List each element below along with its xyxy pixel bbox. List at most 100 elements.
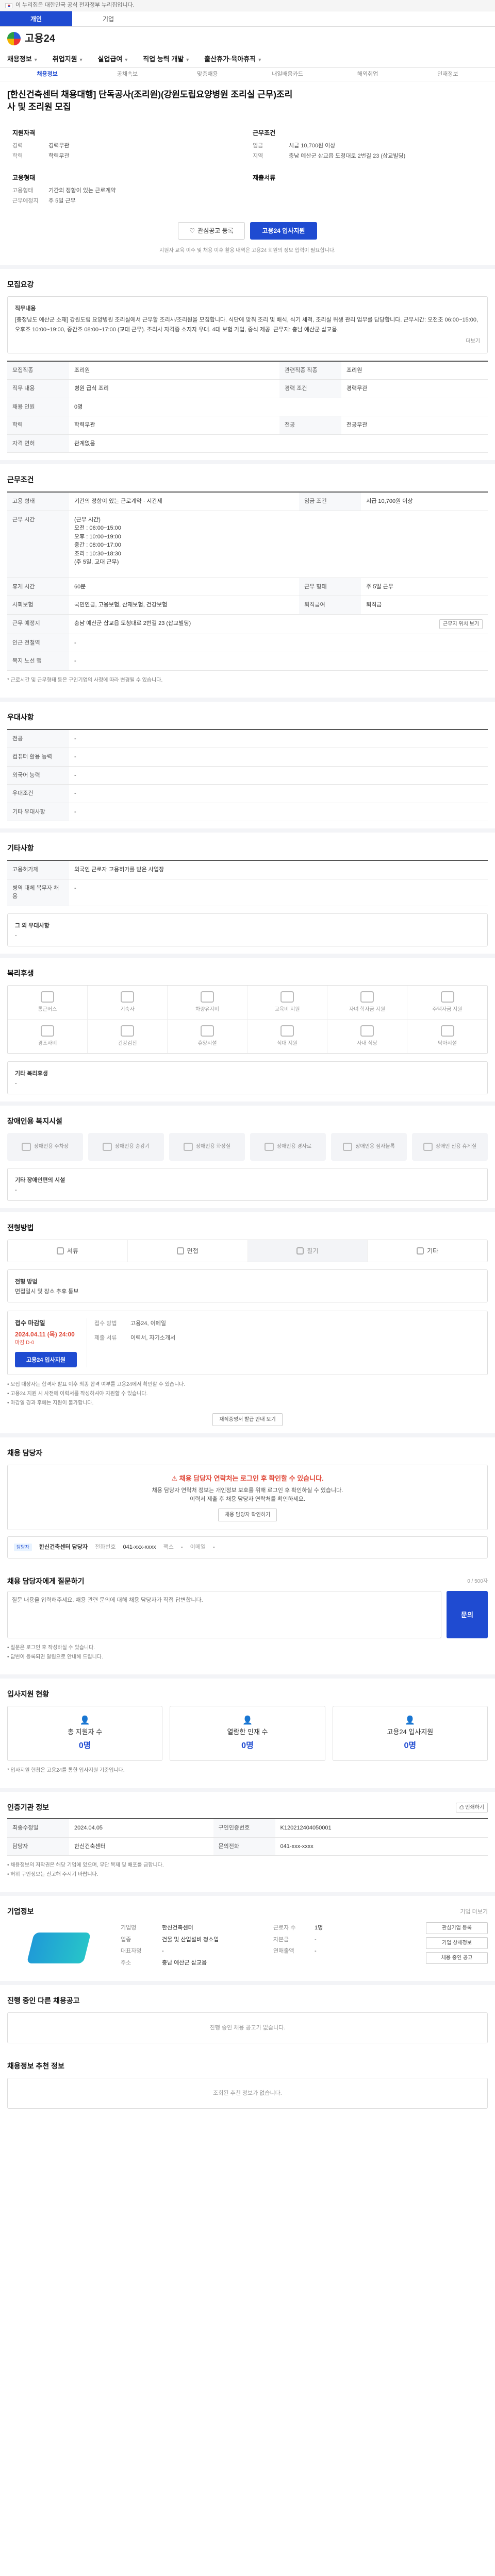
nav-unemployment[interactable]: 실업급여 ▼: [98, 54, 129, 64]
section-title: 전형방법: [7, 1223, 34, 1232]
job-description-box: 직무내용 [충청남도 예산군 소재] 강원도립 요양병원 조리실에서 근무할 조…: [7, 296, 488, 353]
selection-section: 전형방법 서류 면접 필기 기타 전형 방법 면접일시 및 장소 추후 통보 접…: [7, 1212, 488, 1433]
disabled-other-box: 기타 장애인편의 시설 -: [7, 1167, 488, 1201]
disabled-item: 장애인용 승강기: [88, 1132, 164, 1161]
disabled-section: 장애인용 복지시설 장애인용 주차장 장애인용 승강기 장애인용 화장실 장애인…: [7, 1106, 488, 1208]
person-icon: 👤: [79, 1716, 90, 1725]
childcare-icon: [440, 1025, 454, 1037]
company-more-link[interactable]: 기업 더보기: [460, 1908, 488, 1917]
qa-notes: • 질문은 로그인 후 작성하실 수 있습니다. • 답변이 등록되면 알림으로…: [7, 1645, 103, 1660]
stats-note: * 입사지원 현황은 고용24를 통한 입사지원 기준입니다.: [7, 1768, 125, 1774]
welfare-item: 탁아시설: [407, 1020, 487, 1054]
preference-section: 우대사항 전공 - 컴퓨터 활용 능력 - 외국어 능력 - 우대조건 - 기타 우대사…: [7, 702, 488, 829]
gift-icon: [41, 1025, 54, 1037]
conditions-footnote: * 근로시간 및 근무형태 등은 구인기업의 사정에 따라 변경될 수 있습니다…: [7, 677, 163, 683]
graduation-cap-icon: [360, 991, 374, 1003]
resort-icon: [201, 1025, 214, 1037]
map-button[interactable]: 근무지 위치 보기: [439, 619, 483, 629]
site-logo[interactable]: 고용24: [25, 31, 55, 46]
subnav-item[interactable]: 해외취업: [327, 70, 407, 79]
logo-icon[interactable]: [7, 32, 21, 45]
apply-button-secondary[interactable]: 고용24 입사지원: [15, 1351, 77, 1367]
subnav-item[interactable]: 공채속보: [87, 70, 167, 79]
nav-jobs[interactable]: 채용정보 ▼: [7, 54, 38, 64]
nav-employment-support[interactable]: 취업지원 ▼: [53, 54, 84, 64]
welfare-section: 복리후생 통근버스 기숙사 차량유지비 교육비 지원 자녀 학자금 지원 주택자…: [7, 958, 488, 1101]
section-title: 인증기관 정보: [7, 1803, 50, 1812]
welfare-item: 교육비 지원: [248, 985, 327, 1020]
tab-personal[interactable]: 개인: [0, 11, 72, 26]
ramp-icon: [264, 1142, 274, 1151]
pencil-icon: [296, 1247, 304, 1255]
welfare-item: 기숙사: [88, 985, 168, 1020]
subnav-item[interactable]: 맞춤채용: [168, 70, 248, 79]
certificate-button[interactable]: 재직증명서 발급 안내 보기: [212, 1413, 283, 1426]
korea-flag-icon: [5, 3, 12, 8]
more-link[interactable]: 더보기: [15, 337, 480, 346]
section-title: 채용 담당자에게 질문하기: [7, 1577, 85, 1585]
extra-section: 기타사항 고용허가제 외국인 근로자 고용허가를 받은 사업장 병역 대체 복무자…: [7, 833, 488, 954]
extra-table: 고용허가제 외국인 근로자 고용허가를 받은 사업장 병역 대체 복무자 채용 -: [7, 860, 488, 906]
warning-icon: ⚠: [171, 1474, 177, 1482]
welfare-item: 자녀 학자금 지원: [327, 985, 407, 1020]
disabled-item: 장애인용 화장실: [169, 1132, 245, 1161]
other-jobs-section: 진행 중인 다른 채용공고 진행 중인 채용 공고가 없습니다.: [7, 1985, 488, 2050]
recruit-table: 모집직종 조리원 관련직종 직종 조리원 직무 내용 병원 급식 조리 경력 조건 경력무관…: [7, 360, 488, 453]
print-button[interactable]: ⎙ 인쇄하기: [456, 1803, 488, 1813]
section-title: 우대사항: [7, 713, 34, 721]
chevron-down-icon: ▼: [78, 57, 84, 62]
stat-viewed: 👤 열람한 인재 수 0명: [170, 1705, 325, 1761]
company-logo: [7, 1922, 110, 1974]
check-contact-button[interactable]: 채용 담당자 확인하기: [218, 1509, 277, 1522]
apply-button[interactable]: 고용24 입사지원: [250, 222, 317, 240]
welfare-item: 경조사비: [8, 1019, 88, 1054]
interest-company-button[interactable]: 관심기업 등록: [426, 1922, 488, 1935]
person-icon: 👤: [405, 1716, 416, 1725]
chevron-down-icon: ▼: [185, 57, 190, 62]
restroom-icon: [183, 1142, 193, 1151]
job-title: [한신건축센터 채용대행] 단독공사(조리원)(강원도립요양병원 조리실 근무)…: [7, 89, 293, 112]
welfare-item: 차량유지비: [168, 985, 248, 1020]
welfare-item: 휴양시설: [168, 1019, 248, 1054]
welfare-item: 주택자금 지원: [407, 986, 487, 1020]
section-title: 입사지원 현황: [7, 1689, 50, 1698]
disabled-item: 장애인용 주차장: [7, 1132, 83, 1161]
step-written: 필기: [248, 1240, 368, 1262]
etc-icon: [417, 1247, 424, 1255]
selection-steps: 서류 면접 필기 기타: [7, 1239, 488, 1262]
house-icon: [440, 991, 454, 1003]
welfare-item: 식대 지원: [248, 1019, 327, 1054]
submit-question-button[interactable]: 문의: [447, 1590, 488, 1638]
section-title: 진행 중인 다른 채용공고: [7, 1996, 80, 2005]
nav-training[interactable]: 직업 능력 개발 ▼: [143, 54, 190, 64]
section-title: 장애인용 복지시설: [7, 1116, 62, 1125]
question-input[interactable]: [7, 1590, 441, 1638]
deadline-box: 접수 마감일 2024.04.11 (목) 24:00 마감 D-0 고용24 …: [7, 1310, 488, 1375]
stats-section: 입사지원 현황 👤 총 지원자 수 0명 👤 열람한 인재 수 0명 👤 고용24 입사지…: [7, 1679, 488, 1788]
contact-profile: 담당자 한신건축센터 담당자 전화번호 041-xxx-xxxx 팩스 - 이메일 -: [7, 1536, 488, 1558]
dday: 마감 D-0: [15, 1340, 35, 1346]
chevron-down-icon: ▼: [257, 57, 262, 62]
interest-button[interactable]: ♡ 관심공고 등록: [178, 222, 245, 240]
nav-leave[interactable]: 출산휴가·육아휴직 ▼: [204, 54, 262, 64]
subnav-item[interactable]: 인재정보: [408, 70, 488, 79]
subnav-item[interactable]: 내일배움카드: [248, 70, 327, 79]
stat-online: 👤 고용24 입사지원 0명: [332, 1705, 488, 1761]
sub-nav: 채용정보 공채속보 맞춤채용 내일배움카드 해외취업 인재정보: [0, 68, 495, 81]
company-info: 기업명 한신건축센터 업종 건물 및 산업설비 청소업 대표자명 - 주소 충남 예산군…: [121, 1925, 219, 1966]
summary-heading: 근무조건: [253, 129, 276, 137]
document-icon: [56, 1247, 64, 1255]
subnav-item[interactable]: 채용정보: [7, 70, 87, 79]
tab-company[interactable]: 기업: [72, 11, 144, 26]
summary-heading: 제출서류: [253, 174, 276, 181]
heart-icon: ♡: [189, 227, 195, 234]
company-detail-button[interactable]: 기업 상세정보: [426, 1937, 488, 1950]
elevator-icon: [102, 1142, 112, 1151]
summary-heading: 지원자격: [12, 129, 36, 137]
company-jobs-button[interactable]: 채용 중인 공고: [426, 1952, 488, 1964]
contact-tag: 담당자: [14, 1543, 32, 1552]
step-documents: 서류: [8, 1240, 128, 1262]
preference-table: 전공 - 컴퓨터 활용 능력 - 외국어 능력 - 우대조건 - 기타 우대사항 -: [7, 728, 488, 822]
selection-method-box: 전형 방법 면접일시 및 장소 추후 통보: [7, 1269, 488, 1302]
deadline-date: 2024.04.11 (목) 24:00: [15, 1330, 75, 1338]
